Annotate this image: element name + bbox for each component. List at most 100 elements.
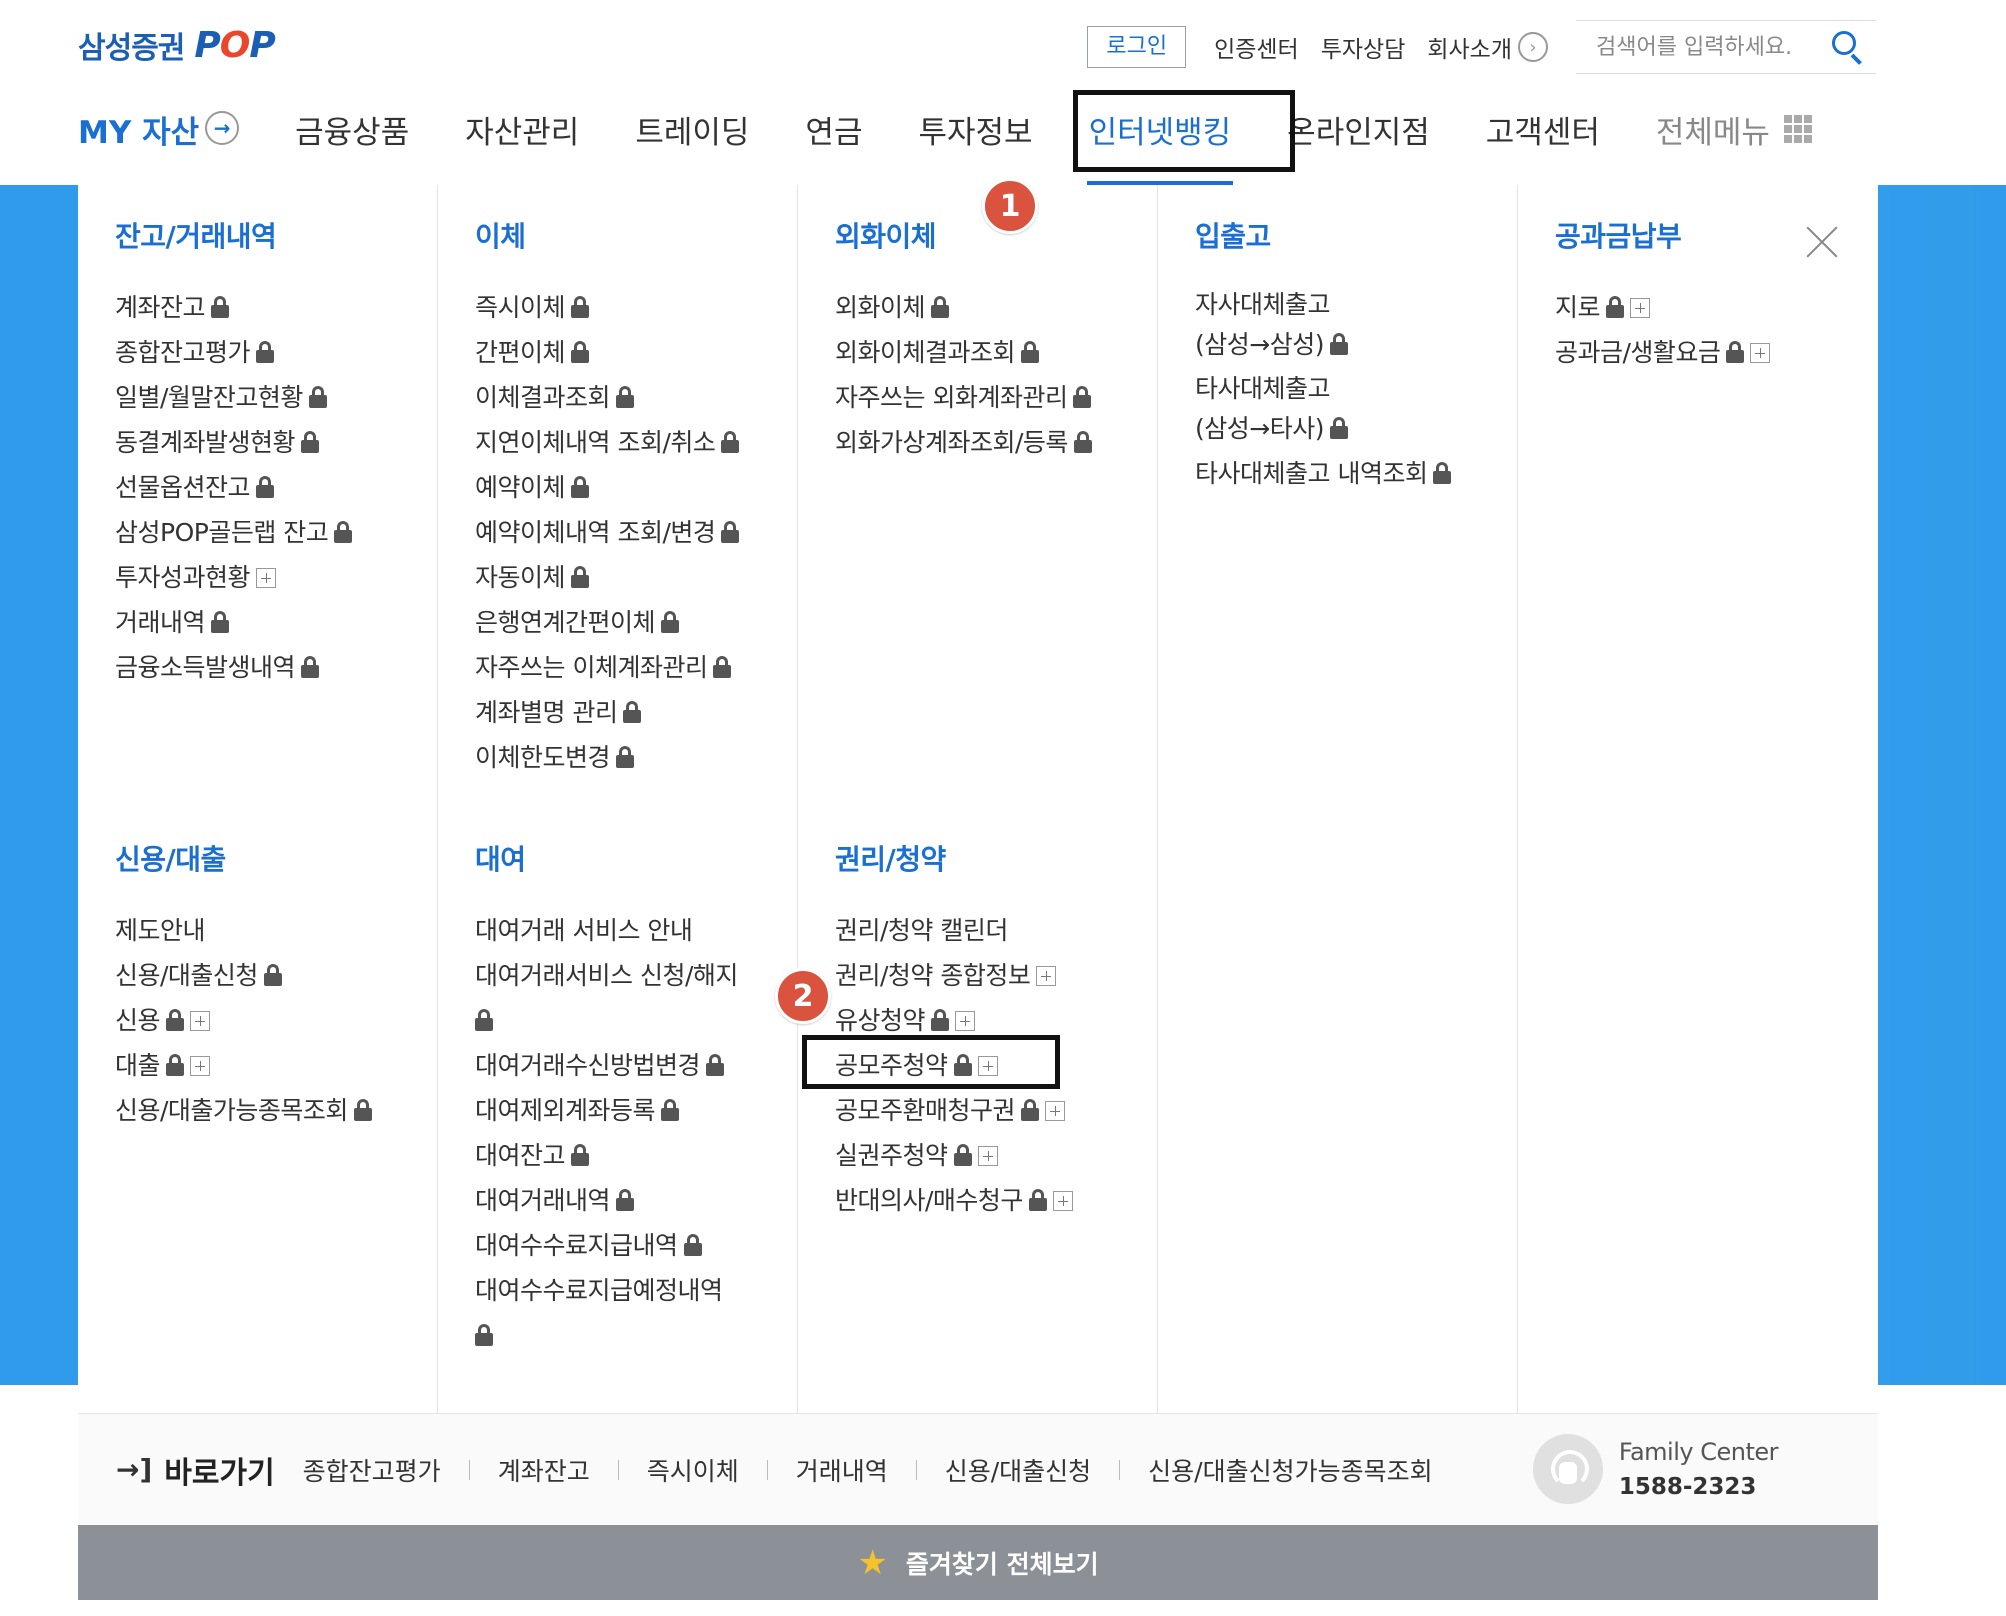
menu-item[interactable]: 금융소득발생내역 — [115, 645, 352, 690]
menu-item[interactable]: 대여거래내역 — [475, 1178, 738, 1223]
group-title[interactable]: 이체 — [475, 215, 739, 255]
quick-link[interactable]: 신용/대출신청 — [945, 1452, 1091, 1488]
util-link-cert[interactable]: 인증센터 — [1214, 30, 1299, 64]
menu-item[interactable]: 제도안내 — [115, 908, 372, 953]
menu-item[interactable]: 삼성POP골든랩 잔고 — [115, 510, 353, 555]
menu-item[interactable]: 계좌별명 관리 — [475, 690, 739, 735]
menu-item[interactable]: 은행연계간편이체 — [475, 600, 739, 645]
menu-item[interactable]: 자주쓰는 이체계좌관리 — [475, 645, 739, 690]
nav-financial-products[interactable]: 금융상품 — [295, 95, 409, 185]
menu-item[interactable]: 실권주청약 — [835, 1133, 1073, 1178]
nav-investment-info[interactable]: 투자정보 — [918, 95, 1032, 185]
chevron-right-icon[interactable]: › — [1518, 32, 1548, 62]
lock-icon — [256, 341, 275, 363]
menu-item[interactable]: 계좌잔고 — [115, 285, 352, 330]
expand-icon[interactable] — [977, 1146, 998, 1166]
menu-item[interactable]: 자사대체출고 (삼성→삼성) — [1195, 285, 1451, 365]
favorites-bar[interactable]: ★ 즐겨찾기 전체보기 — [78, 1525, 1878, 1600]
group-title[interactable]: 공과금납부 — [1555, 215, 1770, 255]
expand-icon[interactable] — [256, 568, 277, 588]
menu-item[interactable]: 투자성과현황 — [115, 555, 352, 600]
menu-item[interactable]: 선물옵션잔고 — [115, 465, 352, 510]
expand-icon[interactable] — [955, 1011, 976, 1031]
menu-column-2: 이체 즉시이체 간편이체 이체결과조회 지연이체내역 조회/취소 예약이체 예약… — [438, 185, 798, 1413]
mega-menu: 잔고/거래내역 계좌잔고 종합잔고평가 일별/월말잔고현황 동결계좌발생현황 선… — [78, 185, 1878, 1413]
expand-icon[interactable] — [1630, 298, 1651, 318]
menu-item[interactable]: 타사대체출고 내역조회 — [1195, 451, 1452, 496]
menu-item-ipo-subscription[interactable]: 공모주청약 — [835, 1043, 1073, 1088]
menu-item[interactable]: 외화가상계좌조회/등록 — [835, 420, 1092, 465]
menu-item[interactable]: 즉시이체 — [475, 285, 739, 330]
menu-item[interactable]: 일별/월말잔고현황 — [115, 375, 352, 420]
nav-all-menu[interactable]: 전체메뉴 — [1656, 95, 1812, 185]
menu-item[interactable]: 자동이체 — [475, 555, 739, 600]
nav-asset-management[interactable]: 자산관리 — [465, 95, 579, 185]
expand-icon[interactable] — [1036, 966, 1057, 986]
menu-item[interactable]: 권리/청약 캘린더 — [835, 908, 1073, 953]
lock-icon — [616, 386, 635, 408]
menu-item[interactable]: 외화이체 — [835, 285, 1092, 330]
expand-icon[interactable] — [190, 1011, 211, 1031]
login-button[interactable]: 로그인 — [1087, 26, 1187, 68]
menu-item[interactable]: 외화이체결과조회 — [835, 330, 1092, 375]
menu-item[interactable]: 공과금/생활요금 — [1555, 330, 1771, 375]
menu-item[interactable]: 종합잔고평가 — [115, 330, 352, 375]
menu-item[interactable]: 대여수수료지급예정내역 — [475, 1268, 738, 1358]
nav-pension[interactable]: 연금 — [805, 95, 862, 185]
group-title[interactable]: 대여 — [475, 838, 738, 878]
group-title[interactable]: 외화이체 — [835, 215, 1092, 255]
menu-item[interactable]: 지연이체내역 조회/취소 — [475, 420, 740, 465]
group-title[interactable]: 잔고/거래내역 — [115, 215, 352, 255]
menu-item[interactable]: 대여잔고 — [475, 1133, 738, 1178]
menu-item[interactable]: 이체한도변경 — [475, 735, 739, 780]
menu-item[interactable]: 이체결과조회 — [475, 375, 739, 420]
menu-item[interactable]: 공모주환매청구권 — [835, 1088, 1073, 1133]
menu-item[interactable]: 대여수수료지급내역 — [475, 1223, 738, 1268]
quick-link[interactable]: 계좌잔고 — [498, 1452, 590, 1488]
menu-item[interactable]: 신용/대출신청 — [115, 953, 372, 998]
expand-icon[interactable] — [190, 1056, 211, 1076]
quick-link[interactable]: 거래내역 — [796, 1452, 888, 1488]
menu-item[interactable]: 대출 — [115, 1043, 372, 1088]
menu-item[interactable]: 거래내역 — [115, 600, 352, 645]
menu-item[interactable]: 유상청약 — [835, 998, 1073, 1043]
expand-icon[interactable] — [1750, 343, 1771, 363]
menu-item[interactable]: 지로 — [1555, 285, 1770, 330]
search-input[interactable] — [1596, 34, 1826, 60]
close-icon[interactable] — [1804, 223, 1840, 259]
menu-item[interactable]: 동결계좌발생현황 — [115, 420, 352, 465]
group-title[interactable]: 권리/청약 — [835, 838, 1073, 878]
lock-icon — [721, 521, 740, 543]
menu-item[interactable]: 반대의사/매수청구 — [835, 1178, 1073, 1223]
group-title[interactable]: 신용/대출 — [115, 838, 372, 878]
menu-item[interactable]: 권리/청약 종합정보 — [835, 953, 1073, 998]
expand-icon[interactable] — [977, 1056, 998, 1076]
nav-trading[interactable]: 트레이딩 — [635, 95, 749, 185]
menu-item[interactable]: 대여거래서비스 신청/해지 — [475, 953, 738, 1043]
search-icon[interactable] — [1826, 27, 1866, 67]
menu-item[interactable]: 대여거래수신방법변경 — [475, 1043, 738, 1088]
quick-link[interactable]: 즉시이체 — [647, 1452, 739, 1488]
group-title[interactable]: 입출고 — [1195, 215, 1451, 255]
menu-item[interactable]: 간편이체 — [475, 330, 739, 375]
family-center[interactable]: Family Center 1588-2323 — [1532, 1434, 1779, 1504]
menu-item[interactable]: 대여제외계좌등록 — [475, 1088, 738, 1133]
quick-link[interactable]: 종합잔고평가 — [303, 1452, 441, 1488]
menu-item[interactable]: 대여거래 서비스 안내 — [475, 908, 738, 953]
expand-icon[interactable] — [1045, 1101, 1066, 1121]
samsung-pop-logo[interactable]: 삼성증권 POP — [78, 22, 276, 68]
menu-item[interactable]: 예약이체 — [475, 465, 739, 510]
util-link-company[interactable]: 회사소개 — [1427, 30, 1512, 64]
expand-icon[interactable] — [1052, 1191, 1073, 1211]
nav-my-assets[interactable]: MY 자산 → — [78, 95, 240, 185]
util-link-consult[interactable]: 투자상담 — [1321, 30, 1406, 64]
menu-item[interactable]: 신용 — [115, 998, 372, 1043]
quick-link[interactable]: 신용/대출신청가능종목조회 — [1148, 1452, 1432, 1488]
menu-item[interactable]: 타사대체출고 (삼성→타사) — [1195, 369, 1451, 449]
menu-item[interactable]: 예약이체내역 조회/변경 — [475, 510, 740, 555]
menu-item[interactable]: 자주쓰는 외화계좌관리 — [835, 375, 1092, 420]
nav-online-branch[interactable]: 온라인지점 — [1287, 95, 1430, 185]
nav-customer-center[interactable]: 고객센터 — [1486, 95, 1600, 185]
nav-internet-banking[interactable]: 인터넷뱅킹 — [1086, 95, 1233, 185]
menu-item[interactable]: 신용/대출가능종목조회 — [115, 1088, 372, 1133]
